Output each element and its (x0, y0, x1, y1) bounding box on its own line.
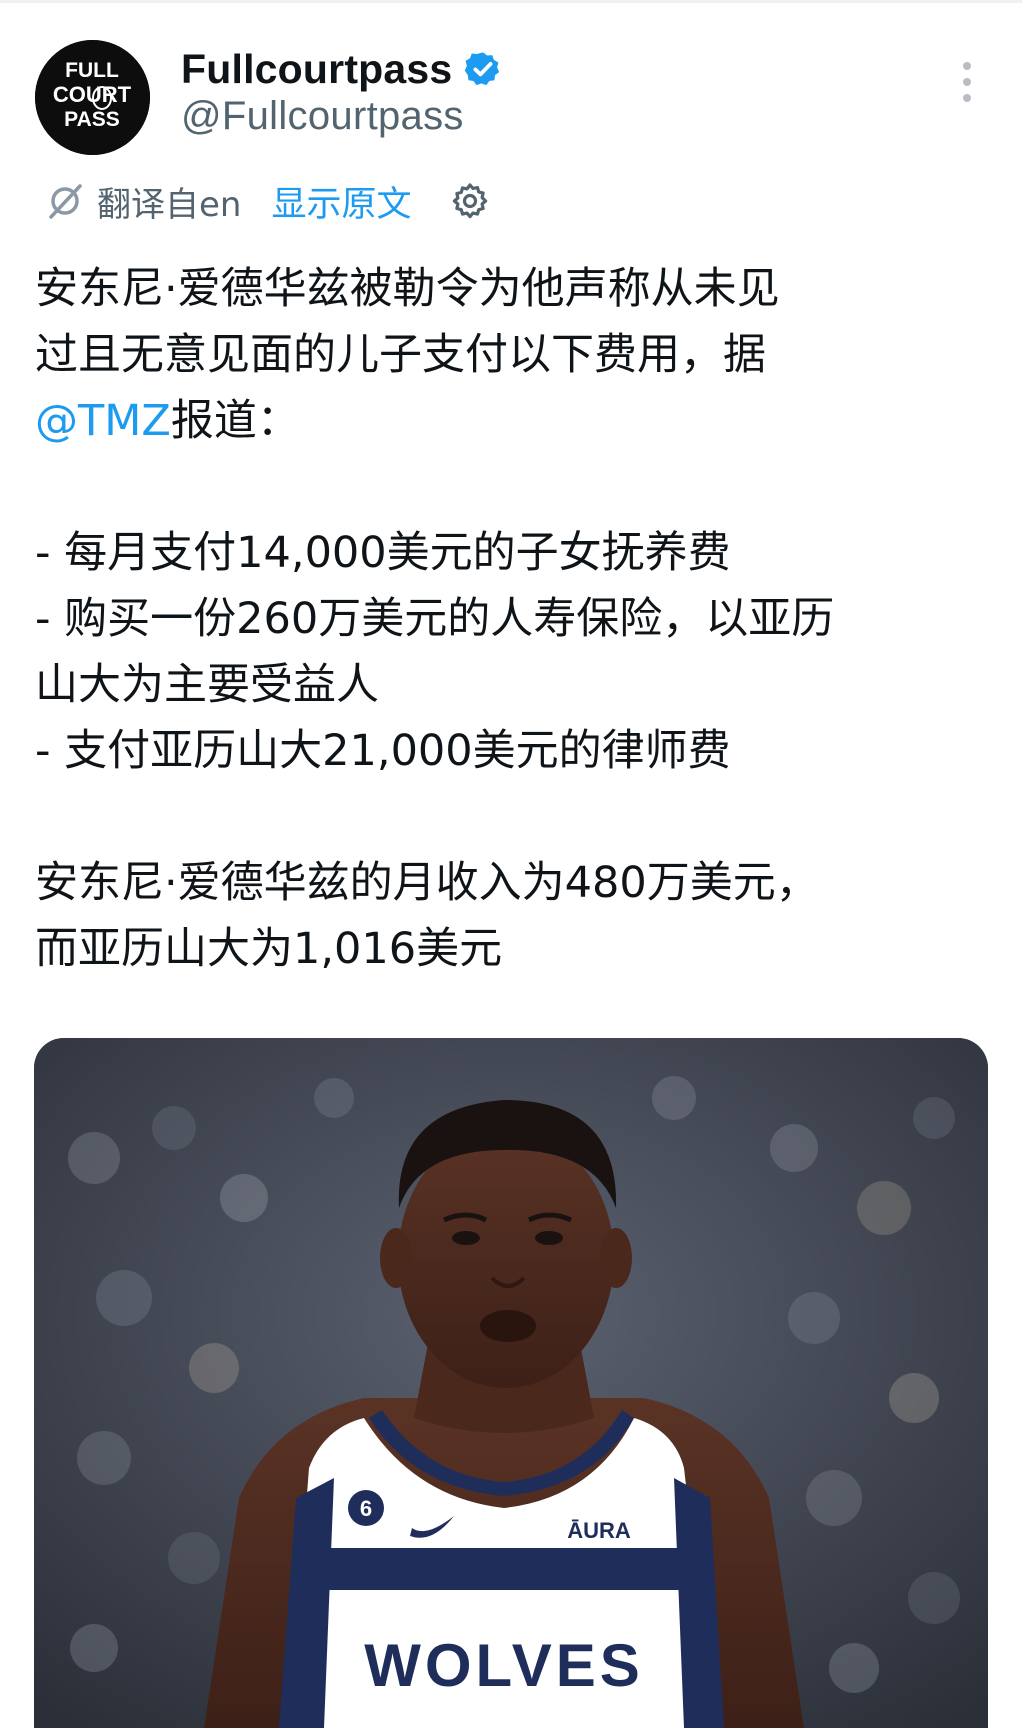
tweet-closing-line: 而亚历山大为1,016美元 (35, 924, 503, 974)
show-original-link[interactable]: 显示原文 (271, 176, 411, 227)
tweet-closing-line: 安东尼·爱德华兹的月收入为480万美元， (35, 858, 819, 908)
verified-badge-icon (464, 50, 502, 88)
player-photo-illustration: 6 ĀURA WOLVES (34, 1038, 988, 1728)
author-name-row: Fullcourtpass (181, 46, 502, 92)
mention-suffix: 报道： (170, 396, 300, 446)
tweet-intro-line: 过且无意见面的儿子支付以下费用，据 (35, 330, 766, 380)
tweet-list-item: 山大为主要受益人 (35, 660, 379, 710)
author-avatar[interactable]: FULL COURT PASS (35, 40, 150, 155)
jersey-sponsor: ĀURA (567, 1518, 631, 1543)
settings-gear-icon[interactable] (449, 180, 491, 222)
jersey-team-name: WOLVES (364, 1632, 644, 1699)
tweet-list-item: - 购买一份260万美元的人寿保险，以亚历 (35, 594, 835, 644)
author-display-name[interactable]: Fullcourtpass (181, 46, 452, 93)
avatar-logo-line-3: PASS (64, 108, 120, 131)
tweet-source-line: @TMZ报道： (35, 388, 995, 454)
tweet-list-item: - 每月支付14,000美元的子女抚养费 (35, 528, 731, 578)
tweet-photo[interactable]: 6 ĀURA WOLVES (34, 1038, 988, 1728)
fullcourtpass-logo: FULL COURT PASS (35, 40, 150, 155)
top-divider (0, 0, 1022, 3)
tweet-text: 安东尼·爱德华兹被勒令为他声称从未见 过且无意见面的儿子支付以下费用，据 @TM… (35, 256, 995, 982)
tmz-mention-link[interactable]: @TMZ (35, 396, 171, 446)
translation-bar: 翻译自en 显示原文 (45, 176, 491, 226)
tweet-intro-line: 安东尼·爱德华兹被勒令为他声称从未见 (35, 264, 780, 314)
avatar-logo-line-2: COURT (53, 82, 132, 107)
jersey-number: 6 (360, 1496, 372, 1521)
author-handle[interactable]: @Fullcourtpass (181, 94, 464, 139)
more-options-icon[interactable] (955, 62, 979, 106)
tweet-list-item: - 支付亚历山大21,000美元的律师费 (35, 726, 731, 776)
translate-icon (45, 181, 85, 221)
avatar-logo-line-1: FULL (65, 59, 119, 82)
translated-from-label: 翻译自en (97, 184, 242, 225)
